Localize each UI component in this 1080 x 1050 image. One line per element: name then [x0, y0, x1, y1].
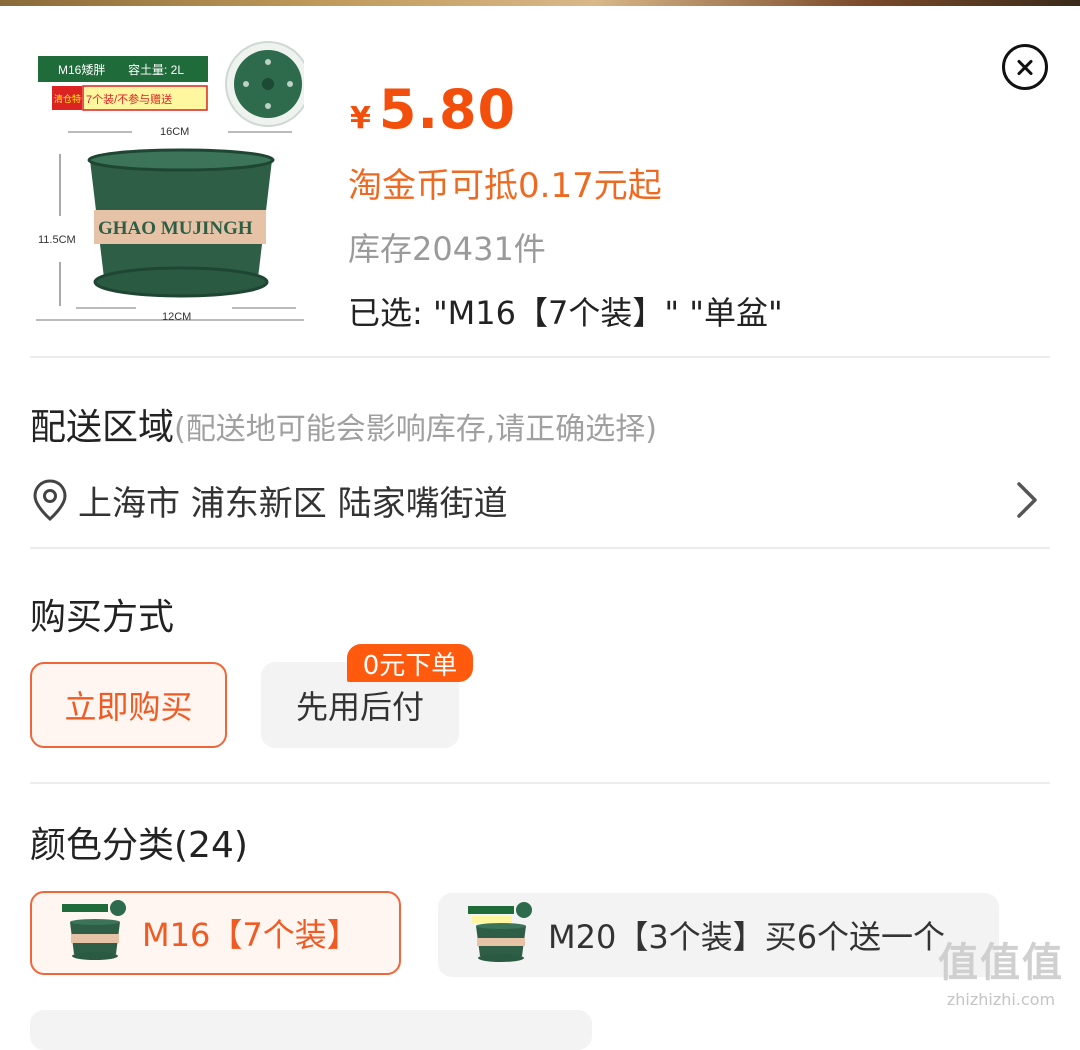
- selected-spec: 已选: "M16【7个装】" "单盆": [348, 294, 783, 332]
- thumb-top-width: 16CM: [160, 126, 189, 138]
- variant-thumbnail: [62, 900, 126, 960]
- pay-later-badge: 0元下单: [347, 644, 473, 682]
- sku-selector-sheet: M16矮胖 容土量: 2L 清仓特价 7个装/不参与赠送 16CM 11.5CM…: [0, 6, 1080, 1050]
- buy-now-option[interactable]: 立即购买: [30, 662, 227, 748]
- delivery-title: 配送区域: [30, 407, 175, 448]
- variant-label: M20【3个装】买6个送一个: [548, 918, 946, 956]
- product-thumbnail[interactable]: M16矮胖 容土量: 2L 清仓特价 7个装/不参与赠送 16CM 11.5CM…: [36, 36, 311, 326]
- address-text: 上海市 浦东新区 陆家嘴街道: [78, 483, 508, 524]
- thumb-model-label: M16矮胖: [58, 63, 105, 77]
- variant-label: M16【7个装】: [142, 916, 359, 954]
- delivery-hint: (配送地可能会影响库存,请正确选择): [174, 412, 657, 447]
- thumb-bottom-width: 12CM: [162, 311, 191, 323]
- watermark-logo: 值值值: [938, 940, 1064, 986]
- address-row[interactable]: 上海市 浦东新区 陆家嘴街道: [30, 472, 1050, 528]
- thumb-capacity-label: 容土量: 2L: [128, 62, 184, 77]
- close-icon[interactable]: [1002, 44, 1048, 90]
- variant-option-partial[interactable]: [30, 1010, 592, 1050]
- thumb-height: 11.5CM: [38, 234, 76, 246]
- price: ¥ 5.80: [350, 78, 516, 141]
- chevron-right-icon[interactable]: [1014, 480, 1040, 520]
- color-title: 颜色分类(24): [30, 825, 248, 866]
- variant-thumbnail: [468, 902, 532, 962]
- thumb-brand-text: GHAO MUJINGH: [98, 218, 253, 239]
- divider: [30, 356, 1050, 358]
- currency-symbol: ¥: [350, 101, 371, 136]
- price-value: 5.80: [378, 78, 517, 141]
- delivery-section-title: 配送区域(配送地可能会影响库存,请正确选择): [30, 398, 657, 450]
- watermark-url: zhizhizhi.com: [946, 990, 1056, 1009]
- purchase-title: 购买方式: [30, 597, 175, 638]
- watermark: 值值值 zhizhizhi.com: [926, 936, 1076, 1016]
- variant-option-m20[interactable]: M20【3个装】买6个送一个: [438, 893, 999, 977]
- variant-option-m16[interactable]: M16【7个装】: [30, 891, 401, 975]
- divider: [30, 782, 1050, 784]
- divider: [30, 547, 1050, 549]
- stock-count: 库存20431件: [348, 230, 546, 268]
- location-pin-icon: [33, 479, 67, 521]
- thumb-promo-text: 7个装/不参与赠送: [86, 92, 172, 106]
- coin-offer: 淘金币可抵0.17元起: [348, 166, 662, 206]
